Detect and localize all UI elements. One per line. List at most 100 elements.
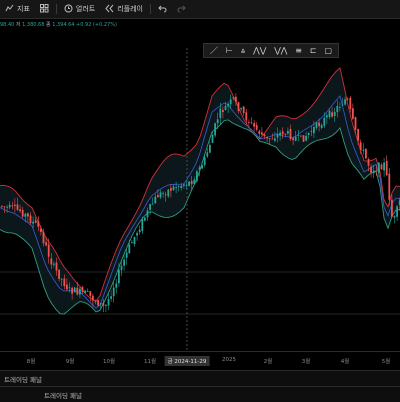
grid-icon — [39, 3, 49, 15]
candle-body — [193, 179, 196, 184]
candle-body — [8, 204, 11, 208]
candle-body — [105, 304, 107, 306]
trading-panel-label: 트레이딩 패널 — [4, 375, 42, 384]
candle-body — [11, 205, 14, 207]
candle-body — [370, 166, 372, 173]
candle-body — [211, 134, 214, 143]
time-tick: 8월 — [26, 359, 36, 365]
candle-body — [362, 149, 365, 151]
candle-body — [123, 259, 125, 266]
candle-body — [294, 136, 297, 141]
candle-body — [24, 213, 27, 217]
candle-body — [40, 228, 42, 233]
candle-body — [242, 106, 245, 114]
candle-body — [352, 108, 354, 119]
candle-body — [310, 131, 313, 132]
trading-panel-tab[interactable]: 트레이딩 패널 — [0, 370, 400, 386]
candle-body — [258, 130, 261, 134]
candle-body — [198, 167, 201, 170]
horizontal-line-tool-icon[interactable]: ⊢ — [226, 46, 233, 55]
candle-body — [250, 122, 253, 124]
candle-body — [214, 123, 216, 136]
candle-body — [375, 170, 378, 172]
candle-body — [146, 210, 149, 218]
candle-body — [266, 136, 268, 139]
candle-body — [120, 265, 123, 271]
candle-body — [34, 220, 37, 223]
candle-body — [289, 128, 292, 140]
toolbar-divider — [55, 4, 57, 14]
candle-body — [346, 98, 349, 100]
candle-body — [144, 217, 146, 221]
candle-body — [263, 134, 266, 136]
select-box-tool-icon[interactable]: ▢ — [324, 46, 332, 55]
candle-body — [3, 206, 6, 208]
candle-body — [281, 131, 284, 135]
candle-body — [248, 121, 250, 123]
candle-body — [68, 287, 71, 289]
candle-body — [318, 122, 320, 127]
candle-body — [27, 213, 29, 217]
ohlc-legend: 98.40 저 1,380.68 종 1,394.64 +0.92 (+0.27… — [0, 21, 117, 28]
candle-body — [339, 106, 341, 108]
candle-body — [307, 132, 310, 135]
candle-body — [141, 218, 144, 231]
candle-body — [203, 157, 206, 166]
candle-body — [292, 138, 294, 141]
candle-body — [396, 206, 398, 217]
candle-body — [50, 258, 53, 265]
fibonacci-tool-icon[interactable]: ≡ — [295, 46, 302, 55]
candle-body — [235, 96, 237, 103]
undo-button[interactable] — [153, 0, 172, 18]
candle-body — [55, 262, 58, 271]
candle-body — [222, 110, 224, 113]
candle-body — [102, 302, 105, 306]
redo-button[interactable] — [172, 0, 191, 18]
triangle-pattern-tool-icon[interactable]: ⩓ — [241, 46, 246, 55]
candle-body — [115, 283, 118, 288]
candle-body — [276, 133, 279, 138]
candle-body — [76, 287, 79, 295]
candle-body — [253, 123, 255, 127]
candle-body — [341, 104, 344, 106]
candle-body — [313, 127, 315, 134]
price-chart[interactable] — [0, 28, 400, 351]
candle-body — [180, 185, 183, 189]
time-tick: 4월 — [340, 359, 350, 365]
candle-body — [237, 102, 240, 112]
candle-body — [177, 186, 180, 187]
trendline-tool-icon[interactable]: ／ — [210, 46, 218, 55]
crosshair-date-label: 금 2024-11-29 — [164, 356, 210, 366]
indicators-button[interactable]: 지표 — [0, 0, 35, 18]
candle-body — [97, 300, 99, 306]
layout-grid-button[interactable] — [35, 0, 54, 18]
candle-body — [99, 303, 102, 305]
candle-body — [157, 195, 159, 198]
candle-body — [47, 244, 50, 257]
elliott-wave-tool-icon[interactable]: ⋁⋀ — [274, 46, 287, 55]
candle-body — [128, 244, 131, 254]
candle-body — [53, 263, 55, 265]
time-tick: 2월 — [263, 359, 273, 365]
candle-body — [227, 103, 229, 107]
candle-body — [183, 184, 185, 186]
candle-body — [196, 171, 198, 182]
candle-body — [29, 215, 32, 224]
alert-button[interactable]: 얼러트 — [59, 0, 100, 18]
candle-body — [89, 291, 92, 296]
undo-icon — [158, 4, 167, 15]
alert-clock-icon — [64, 4, 73, 15]
candle-body — [125, 252, 128, 258]
candle-body — [16, 204, 19, 210]
candle-body — [58, 269, 60, 279]
replay-button[interactable]: 리플레이 — [100, 0, 148, 18]
wave-tool-icon[interactable]: ⋀⋁ — [253, 46, 266, 55]
candle-body — [297, 134, 300, 136]
chart-canvas[interactable] — [0, 28, 400, 351]
candle-body — [385, 160, 388, 176]
candle-body — [336, 105, 339, 113]
rectangle-tool-icon[interactable]: ⊏ — [310, 46, 317, 55]
redo-icon — [177, 4, 186, 15]
candle-body — [300, 135, 302, 137]
candle-body — [167, 189, 170, 197]
